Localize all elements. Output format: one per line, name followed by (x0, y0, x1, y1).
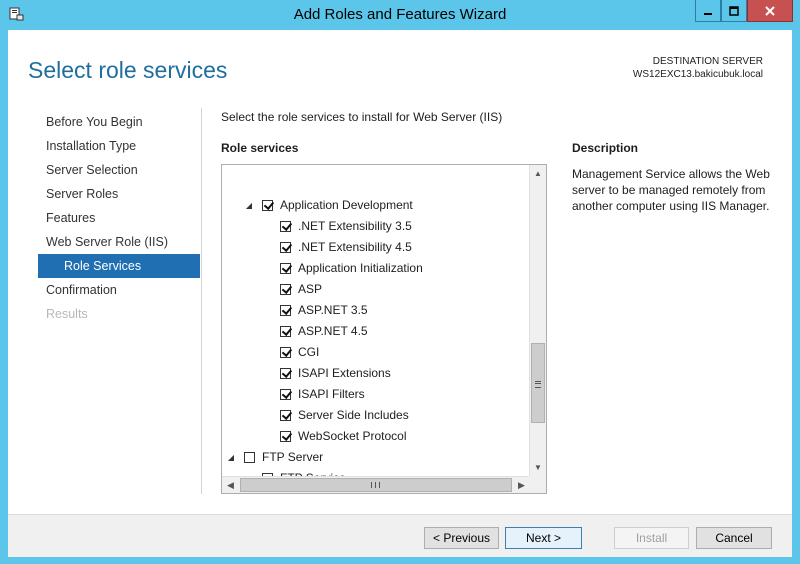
arrow-right-icon: ▶ (518, 479, 525, 490)
minimize-icon (704, 12, 712, 15)
checkbox[interactable] (244, 452, 255, 463)
tree-row[interactable]: FTP Service (222, 468, 530, 476)
tree-row-label: ASP.NET 3.5 (298, 303, 368, 317)
minimize-button[interactable] (695, 0, 721, 22)
role-services-tree[interactable]: ◢ Application Development .NET Extensibili… (221, 164, 547, 494)
tree-row-label: Application Development (280, 198, 413, 212)
tree-row[interactable]: .NET Extensibility 4.5 (222, 237, 530, 258)
tree-row[interactable]: ASP (222, 279, 530, 300)
role-services-header: Role services (221, 141, 299, 155)
destination-server-name: WS12EXC13.bakicubuk.local (632, 69, 763, 80)
tree-row-label: ASP (298, 282, 323, 296)
tree-row[interactable]: .NET Extensibility 3.5 (222, 216, 530, 237)
tree-row[interactable]: Server Side Includes (222, 405, 530, 426)
close-icon (765, 5, 775, 16)
wizard-window: Add Roles and Features Wizard Select rol… (0, 0, 800, 564)
checkbox[interactable] (280, 368, 291, 379)
nav-item[interactable]: Before You Begin (38, 110, 200, 134)
tree-row[interactable]: ◢ FTP Server (222, 447, 530, 468)
checkbox[interactable] (280, 305, 291, 316)
nav-item[interactable]: Features (38, 206, 200, 230)
tree-row-label: ASP.NET 4.5 (298, 324, 368, 338)
expander-icon[interactable]: ◢ (244, 200, 254, 210)
checkbox[interactable] (280, 431, 291, 442)
nav-item: Results (46, 307, 88, 321)
nav-item[interactable]: Confirmation (38, 278, 200, 302)
tree-row-label: CGI (298, 345, 320, 359)
tree-row[interactable]: Application Initialization (222, 258, 530, 279)
wizard-nav: Before You Begin Installation Type Server … (38, 110, 200, 326)
scroll-left-button[interactable]: ◀ (222, 477, 239, 493)
scroll-right-button[interactable]: ▶ (513, 477, 530, 493)
tree-row-label: Application Initialization (298, 261, 423, 275)
tree-row[interactable]: ASP.NET 3.5 (222, 300, 530, 321)
description-text: Management Service allows the Web server… (572, 167, 770, 213)
checkbox[interactable] (280, 389, 291, 400)
nav-item[interactable]: Server Roles (38, 182, 200, 206)
arrow-up-icon: ▲ (534, 169, 542, 178)
checkbox[interactable] (262, 200, 273, 211)
tree-row-label: ISAPI Filters (298, 387, 365, 401)
scroll-down-button[interactable]: ▼ (530, 459, 546, 476)
previous-button[interactable]: < Previous (424, 527, 499, 549)
checkbox[interactable] (280, 221, 291, 232)
title-bar[interactable]: Add Roles and Features Wizard (0, 0, 800, 30)
checkbox[interactable] (280, 284, 291, 295)
tree-row-label: Server Side Includes (298, 408, 409, 422)
checkbox[interactable] (280, 263, 291, 274)
page-title: Select role services (28, 57, 228, 83)
nav-item[interactable]: Role Services (38, 254, 200, 278)
nav-item[interactable]: Server Selection (38, 158, 200, 182)
vertical-scrollbar[interactable]: ▲ ▼ (529, 165, 546, 476)
intro-text: Select the role services to install for … (221, 110, 503, 124)
tree-row-label: .NET Extensibility 3.5 (298, 219, 412, 233)
close-button[interactable] (747, 0, 793, 22)
tree-row-label: FTP Server (262, 450, 324, 464)
checkbox[interactable] (280, 347, 291, 358)
description-header: Description (572, 141, 639, 155)
tree-row[interactable]: CGI (222, 342, 530, 363)
tree-row[interactable]: ◢ Application Development (222, 195, 530, 216)
checkbox[interactable] (280, 326, 291, 337)
horizontal-scroll-thumb[interactable] (240, 478, 512, 492)
arrow-down-icon: ▼ (534, 463, 542, 472)
window-title: Add Roles and Features Wizard (293, 6, 507, 23)
grip-icon (535, 381, 541, 388)
nav-divider (201, 108, 202, 494)
wizard-client-area: Select role services DESTINATION SERVER … (8, 30, 792, 557)
tree-row[interactable]: WebSocket Protocol (222, 426, 530, 447)
maximize-icon (729, 5, 739, 16)
checkbox[interactable] (280, 410, 291, 421)
arrow-left-icon: ◀ (227, 479, 234, 490)
scroll-up-button[interactable]: ▲ (530, 165, 546, 182)
nav-item[interactable]: Installation Type (38, 134, 200, 158)
cancel-button[interactable]: Cancel (696, 527, 772, 549)
install-button: Install (614, 527, 689, 549)
tree-row-label: .NET Extensibility 4.5 (298, 240, 412, 254)
nav-item[interactable]: Web Server Role (IIS) (38, 230, 200, 254)
tree-row[interactable]: ASP.NET 4.5 (222, 321, 530, 342)
checkbox[interactable] (280, 242, 291, 253)
wizard-footer: < Previous Next > Install Cancel (8, 514, 792, 557)
expander-icon[interactable]: ◢ (226, 452, 236, 462)
maximize-button[interactable] (721, 0, 747, 22)
tree-row[interactable]: ISAPI Filters (222, 384, 530, 405)
tree-viewport: ◢ Application Development .NET Extensibili… (222, 165, 530, 476)
tree-row[interactable]: ISAPI Extensions (222, 363, 530, 384)
next-button[interactable]: Next > (505, 527, 582, 549)
scrollbar-corner (529, 476, 546, 493)
tree-row-label: ISAPI Extensions (298, 366, 391, 380)
tree-row-label: WebSocket Protocol (298, 429, 407, 443)
grip-icon (371, 482, 380, 488)
horizontal-scrollbar[interactable]: ◀ ▶ (222, 476, 530, 493)
vertical-scroll-thumb[interactable] (531, 343, 545, 423)
destination-server-label: DESTINATION SERVER (652, 56, 763, 67)
